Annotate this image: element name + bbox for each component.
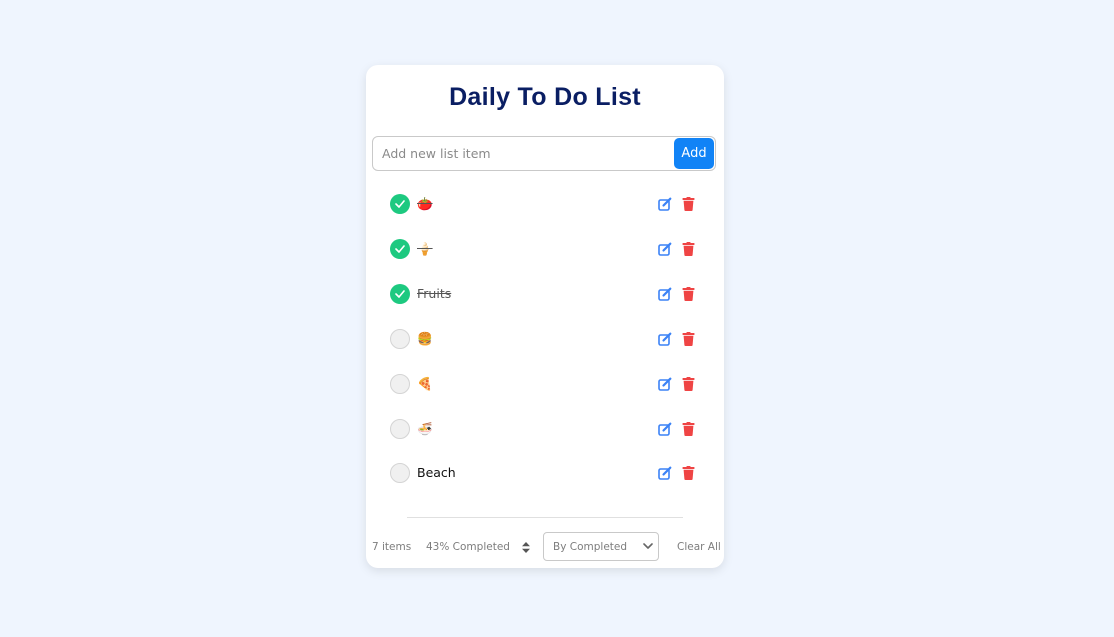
item-checkbox[interactable] bbox=[390, 374, 410, 394]
clear-all-button[interactable]: Clear All bbox=[677, 541, 721, 553]
item-checkbox[interactable] bbox=[390, 419, 410, 439]
chevron-down-icon bbox=[643, 543, 653, 549]
todo-card: Daily To Do List Add 🍅 🍦 Fruits 🍔 bbox=[366, 65, 724, 568]
item-checkbox[interactable] bbox=[390, 463, 410, 483]
trash-icon[interactable] bbox=[682, 332, 695, 346]
edit-icon[interactable] bbox=[658, 377, 672, 391]
list-item: 🍅 bbox=[390, 192, 700, 216]
list-item: Fruits bbox=[390, 282, 700, 306]
filter-selected-value: By Completed bbox=[553, 541, 628, 553]
item-label: Fruits bbox=[417, 286, 452, 301]
item-label: 🍔 bbox=[417, 331, 433, 346]
add-button[interactable]: Add bbox=[674, 138, 714, 169]
list-item: 🍕 bbox=[390, 372, 700, 396]
trash-icon[interactable] bbox=[682, 242, 695, 256]
item-label: 🍦 bbox=[417, 241, 433, 256]
item-label: 🍜 bbox=[417, 421, 433, 436]
list-item: Beach bbox=[390, 461, 700, 485]
edit-icon[interactable] bbox=[658, 242, 672, 256]
item-label: 🍅 bbox=[417, 196, 433, 211]
check-icon bbox=[395, 290, 405, 298]
trash-icon[interactable] bbox=[682, 377, 695, 391]
edit-icon[interactable] bbox=[658, 287, 672, 301]
item-checkbox[interactable] bbox=[390, 194, 410, 214]
list-item: 🍜 bbox=[390, 417, 700, 441]
page-title: Daily To Do List bbox=[449, 83, 641, 111]
edit-icon[interactable] bbox=[658, 466, 672, 480]
edit-icon[interactable] bbox=[658, 197, 672, 211]
sort-icon[interactable] bbox=[522, 542, 530, 553]
edit-icon[interactable] bbox=[658, 422, 672, 436]
trash-icon[interactable] bbox=[682, 287, 695, 301]
progress-text: 43% Completed bbox=[426, 541, 510, 553]
list-item: 🍦 bbox=[390, 237, 700, 261]
item-label: 🍕 bbox=[417, 376, 433, 391]
footer-divider bbox=[407, 517, 683, 518]
trash-icon[interactable] bbox=[682, 466, 695, 480]
item-checkbox[interactable] bbox=[390, 239, 410, 259]
list-item: 🍔 bbox=[390, 327, 700, 351]
trash-icon[interactable] bbox=[682, 197, 695, 211]
add-item-form: Add bbox=[372, 136, 716, 171]
item-checkbox[interactable] bbox=[390, 284, 410, 304]
new-item-input[interactable] bbox=[373, 137, 673, 170]
trash-icon[interactable] bbox=[682, 422, 695, 436]
check-icon bbox=[395, 200, 405, 208]
edit-icon[interactable] bbox=[658, 332, 672, 346]
item-count: 7 items bbox=[372, 541, 412, 553]
check-icon bbox=[395, 245, 405, 253]
item-checkbox[interactable] bbox=[390, 329, 410, 349]
filter-select[interactable]: By Completed bbox=[543, 532, 659, 561]
item-label: Beach bbox=[417, 465, 456, 480]
